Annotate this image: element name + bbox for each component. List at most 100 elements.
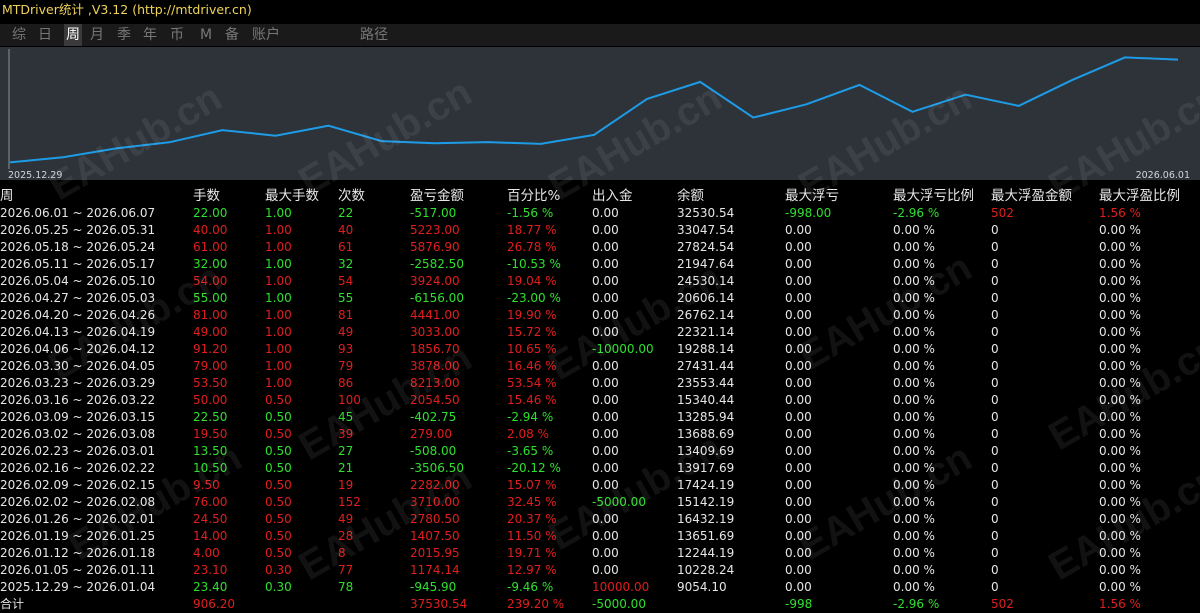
cell-max-fp-pct: 0.00 % [1099,341,1141,358]
table-row[interactable]: 2026.03.09 ~ 2026.03.1522.500.5045-402.7… [0,409,1200,426]
cell-pnl: 2015.95 [410,545,460,562]
tab-10[interactable]: 路径 [360,24,388,46]
table-row[interactable]: 2026.04.27 ~ 2026.05.0355.001.0055-6156.… [0,290,1200,307]
table-row[interactable]: 2026.05.11 ~ 2026.05.1732.001.0032-2582.… [0,256,1200,273]
table-row[interactable]: 2026.01.12 ~ 2026.01.184.000.5082015.951… [0,545,1200,562]
cell-max-dd-pct: 0.00 % [893,273,935,290]
cell-max-dd-pct: 0.00 % [893,375,935,392]
table-header-cell[interactable]: 余额 [677,188,704,205]
tab-4[interactable]: 季 [117,24,131,46]
table-header-cell[interactable]: 最大浮盈比例 [1099,188,1180,205]
table-row[interactable]: 2026.01.26 ~ 2026.02.0124.500.50492780.5… [0,511,1200,528]
cell-count: 45 [338,409,353,426]
cell-pnl: 2282.00 [410,477,460,494]
table-header-cell[interactable]: 出入金 [592,188,633,205]
cell-max-dd: 0.00 [785,222,812,239]
table-header-cell[interactable]: 最大浮盈金额 [991,188,1072,205]
cell-pnl: 3878.00 [410,358,460,375]
total-pct: 239.20 % [507,596,564,613]
cell-deposit: 0.00 [592,426,619,443]
cell-max-dd-pct: 0.00 % [893,562,935,579]
cell-balance: 12244.19 [677,545,734,562]
table-row[interactable]: 2026.05.04 ~ 2026.05.1054.001.00543924.0… [0,273,1200,290]
cell-period: 2026.03.16 ~ 2026.03.22 [0,392,155,409]
table-header-cell[interactable]: 最大浮亏比例 [893,188,974,205]
table-header-cell[interactable]: 最大手数 [265,188,319,205]
table-row[interactable]: 2026.03.02 ~ 2026.03.0819.500.5039279.00… [0,426,1200,443]
table-row[interactable]: 2026.02.09 ~ 2026.02.159.500.50192282.00… [0,477,1200,494]
cell-max-fp-pct: 0.00 % [1099,426,1141,443]
cell-pnl: -2582.50 [410,256,464,273]
tab-3[interactable]: 月 [90,24,104,46]
cell-lots: 81.00 [193,307,227,324]
cell-lots: 54.00 [193,273,227,290]
cell-max-fp: 0 [991,579,999,596]
table-row[interactable]: 2025.12.29 ~ 2026.01.0423.400.3078-945.9… [0,579,1200,596]
tab-8[interactable]: 备 [225,24,239,46]
table-row[interactable]: 2026.03.16 ~ 2026.03.2250.000.501002054.… [0,392,1200,409]
table-header-cell[interactable]: 周 [0,188,14,205]
cell-max-dd: 0.00 [785,290,812,307]
cell-max-fp: 0 [991,222,999,239]
table-header-cell[interactable]: 次数 [338,188,365,205]
cell-max-dd: 0.00 [785,528,812,545]
table-header-cell[interactable]: 盈亏金额 [410,188,464,205]
cell-max-fp: 0 [991,290,999,307]
table-row[interactable]: 2026.04.06 ~ 2026.04.1291.201.00931856.7… [0,341,1200,358]
cell-period: 2026.03.30 ~ 2026.04.05 [0,358,155,375]
tab-6[interactable]: 币 [170,24,184,46]
cell-max-fp: 0 [991,239,999,256]
tab-bar: 综日周月季年币M备账户 路径 [0,24,1200,46]
tab-1[interactable]: 日 [38,24,52,46]
table-row[interactable]: 2026.05.18 ~ 2026.05.2461.001.00615876.9… [0,239,1200,256]
cell-count: 49 [338,511,353,528]
cell-lots: 14.00 [193,528,227,545]
cell-balance: 15340.44 [677,392,734,409]
tab-0[interactable]: 综 [12,24,26,46]
table-row[interactable]: 2026.03.23 ~ 2026.03.2953.501.00868213.0… [0,375,1200,392]
cell-max-fp-pct: 0.00 % [1099,562,1141,579]
cell-pnl: 1174.14 [410,562,460,579]
table-row[interactable]: 2026.04.13 ~ 2026.04.1949.001.00493033.0… [0,324,1200,341]
table-row[interactable]: 2026.02.16 ~ 2026.02.2210.500.5021-3506.… [0,460,1200,477]
cell-period: 2026.05.18 ~ 2026.05.24 [0,239,155,256]
cell-period: 2026.02.02 ~ 2026.02.08 [0,494,155,511]
table-header-cell[interactable]: 百分比% [507,188,560,205]
cell-period: 2026.03.09 ~ 2026.03.15 [0,409,155,426]
cell-pnl: 1407.50 [410,528,460,545]
table-row[interactable]: 2026.05.25 ~ 2026.05.3140.001.00405223.0… [0,222,1200,239]
table-row[interactable]: 2026.03.30 ~ 2026.04.0579.001.00793878.0… [0,358,1200,375]
table-header-cell[interactable]: 最大浮亏 [785,188,839,205]
table-row[interactable]: 2026.01.05 ~ 2026.01.1123.100.30771174.1… [0,562,1200,579]
table-row[interactable]: 2026.02.23 ~ 2026.03.0113.500.5027-508.0… [0,443,1200,460]
total-max-dd-pct: -2.96 % [893,596,939,613]
table-row[interactable]: 2026.02.02 ~ 2026.02.0876.000.501523710.… [0,494,1200,511]
cell-pct: -3.65 % [507,443,553,460]
cell-max-dd-pct: 0.00 % [893,409,935,426]
cell-deposit: 0.00 [592,477,619,494]
balance-chart-svg [0,47,1200,180]
cell-deposit: 0.00 [592,409,619,426]
cell-max-lots: 1.00 [265,222,292,239]
cell-deposit: 0.00 [592,307,619,324]
cell-max-lots: 1.00 [265,375,292,392]
total-label: 合计 [0,596,24,613]
table-row[interactable]: 2026.01.19 ~ 2026.01.2514.000.50281407.5… [0,528,1200,545]
tab-9[interactable]: 账户 [252,24,280,46]
cell-max-lots: 0.50 [265,545,292,562]
cell-lots: 24.50 [193,511,227,528]
cell-pnl: 8213.00 [410,375,460,392]
table-row[interactable]: 2026.04.20 ~ 2026.04.2681.001.00814441.0… [0,307,1200,324]
cell-max-lots: 0.50 [265,409,292,426]
tab-5[interactable]: 年 [143,24,157,46]
cell-lots: 19.50 [193,426,227,443]
cell-balance: 21947.64 [677,256,734,273]
tab-7[interactable]: M [200,24,212,46]
table-row[interactable]: 2026.06.01 ~ 2026.06.0722.001.0022-517.0… [0,205,1200,222]
cell-max-lots: 0.30 [265,579,292,596]
cell-max-fp-pct: 0.00 % [1099,222,1141,239]
cell-deposit: 0.00 [592,375,619,392]
table-header-cell[interactable]: 手数 [193,188,220,205]
cell-pnl: -517.00 [410,205,456,222]
tab-2[interactable]: 周 [64,24,82,46]
